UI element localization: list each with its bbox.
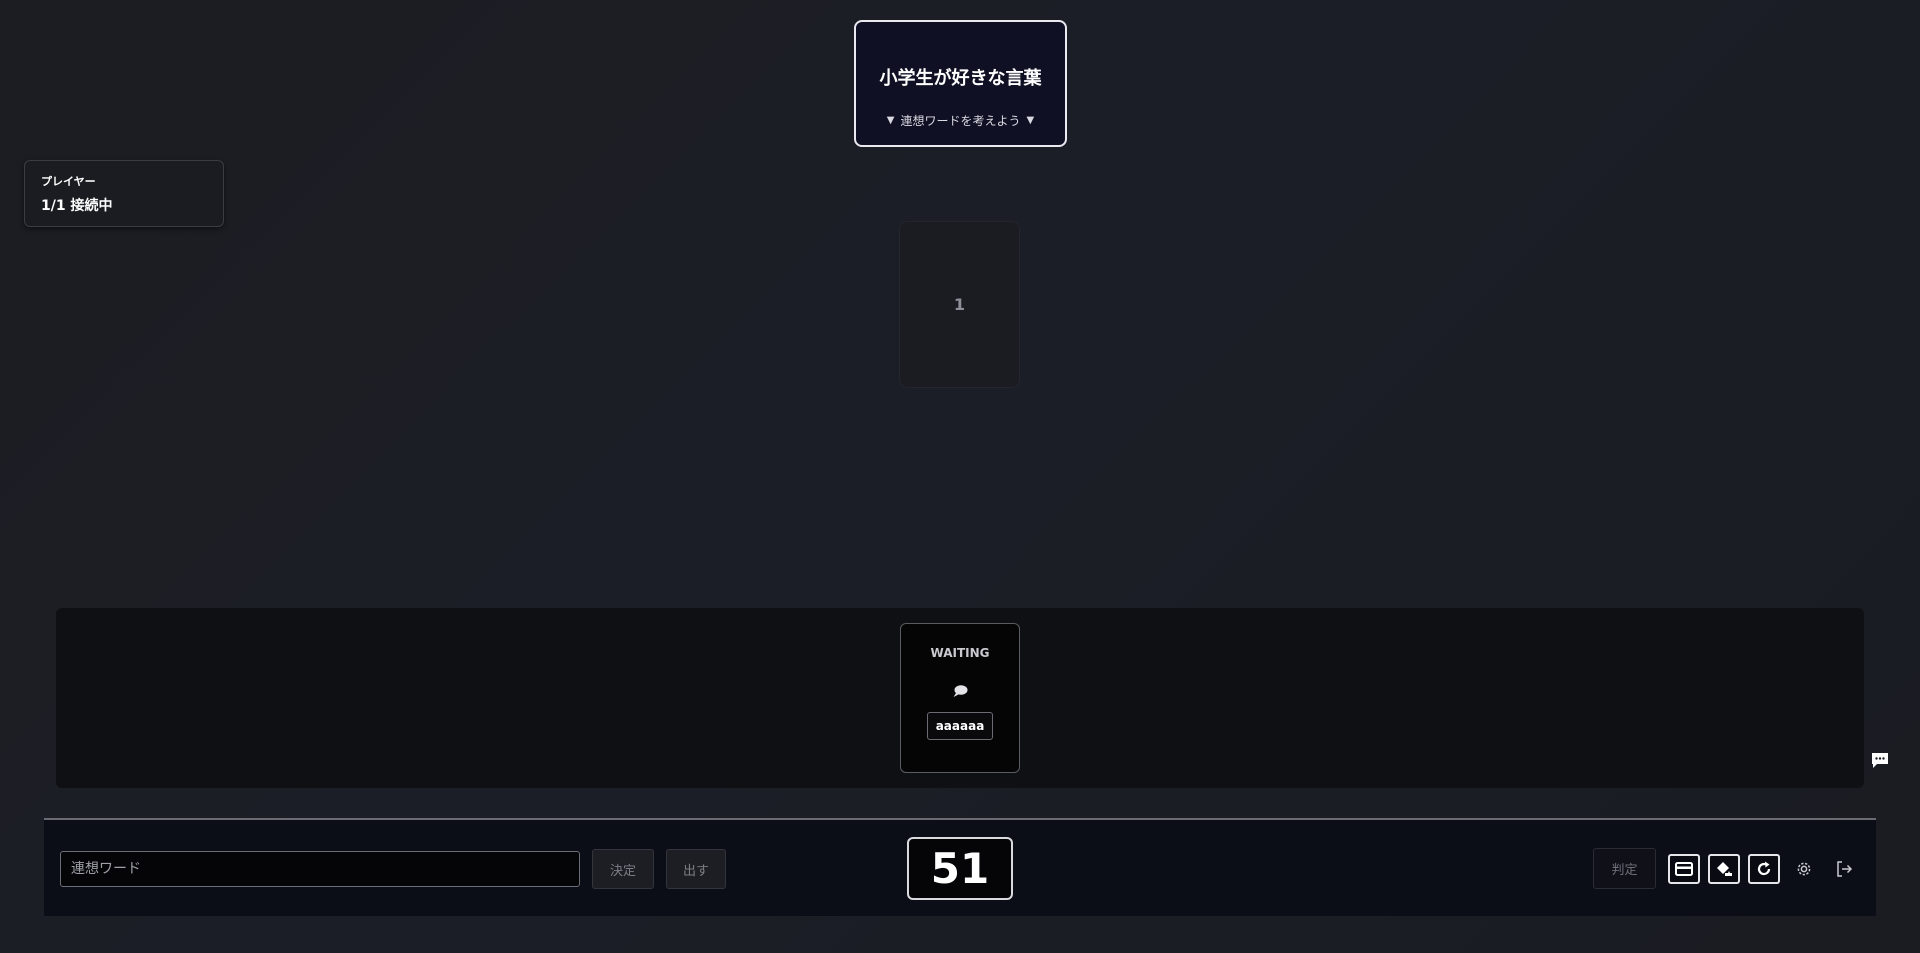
player-card[interactable]: WAITING aaaaaa (900, 623, 1020, 773)
theme-hint-text: 連想ワードを考えよう (900, 114, 1021, 128)
theme-card: 小学生が好きな言葉 ▼ 連想ワードを考えよう ▼ (854, 20, 1067, 147)
logout-button[interactable] (1832, 857, 1856, 881)
play-card-button[interactable]: 出す (666, 849, 726, 889)
play-slot-card[interactable]: 1 (899, 221, 1020, 388)
player-card-status: WAITING (930, 646, 990, 660)
chat-icon[interactable] (1870, 752, 1890, 770)
player-panel-label: プレイヤー (41, 175, 96, 188)
speech-bubble-icon (953, 685, 968, 697)
theme-hint: ▼ 連想ワードを考えよう ▼ (887, 112, 1034, 129)
decide-button[interactable]: 決定 (592, 849, 654, 889)
player-card-name: aaaaaa (926, 712, 994, 740)
gear-icon (1797, 862, 1811, 876)
player-connection-status: 1/1 接続中 (41, 198, 113, 214)
paint-bucket-icon (1717, 862, 1732, 876)
countdown-timer: 51 (907, 837, 1013, 900)
refresh-icon (1757, 861, 1771, 876)
logout-icon (1837, 861, 1853, 877)
card-icon (1675, 862, 1693, 876)
card-button[interactable] (1668, 854, 1700, 884)
paint-button[interactable] (1708, 854, 1740, 884)
game-stage: 小学生が好きな言葉 ▼ 連想ワードを考えよう ▼ プレイヤー 1/1 接続中 1… (0, 0, 1920, 953)
hint-marker-right: ▼ (1026, 115, 1035, 126)
refresh-button[interactable] (1748, 854, 1780, 884)
association-word-input[interactable] (60, 851, 580, 887)
slot-number: 1 (953, 295, 966, 314)
judge-button[interactable]: 判定 (1593, 848, 1656, 889)
theme-title: 小学生が好きな言葉 (879, 68, 1042, 89)
settings-button[interactable] (1792, 857, 1816, 881)
player-panel: プレイヤー 1/1 接続中 (24, 160, 224, 227)
hint-marker-left: ▼ (886, 115, 895, 126)
